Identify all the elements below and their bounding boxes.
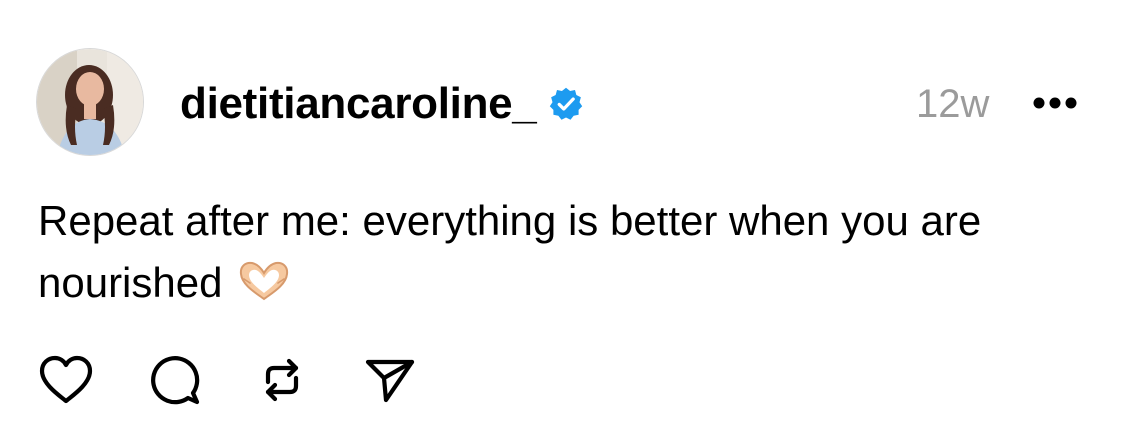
share-button[interactable]	[360, 350, 420, 410]
post-caption: Repeat after me: everything is better wh…	[38, 190, 1098, 314]
verified-badge-icon	[550, 87, 583, 120]
comment-icon	[151, 356, 200, 405]
heart-hands-emoji	[240, 261, 289, 301]
more-options-icon[interactable]	[1032, 96, 1078, 110]
repost-icon	[265, 358, 299, 402]
caption-text: Repeat after me: everything is better wh…	[38, 197, 982, 306]
heart-icon	[39, 355, 93, 404]
post-timestamp: 12w	[916, 82, 990, 126]
comment-button[interactable]	[144, 350, 204, 410]
like-button[interactable]	[36, 350, 96, 410]
avatar[interactable]	[36, 48, 144, 156]
repost-button[interactable]	[252, 350, 312, 410]
avatar-image	[37, 49, 143, 155]
send-icon	[365, 359, 415, 403]
post-actions	[36, 350, 420, 410]
username-text[interactable]: dietitiancaroline_	[180, 78, 537, 130]
username[interactable]: dietitiancaroline_	[180, 78, 584, 130]
thread-post: dietitiancaroline_ 12w Repeat after me: …	[0, 0, 1125, 438]
